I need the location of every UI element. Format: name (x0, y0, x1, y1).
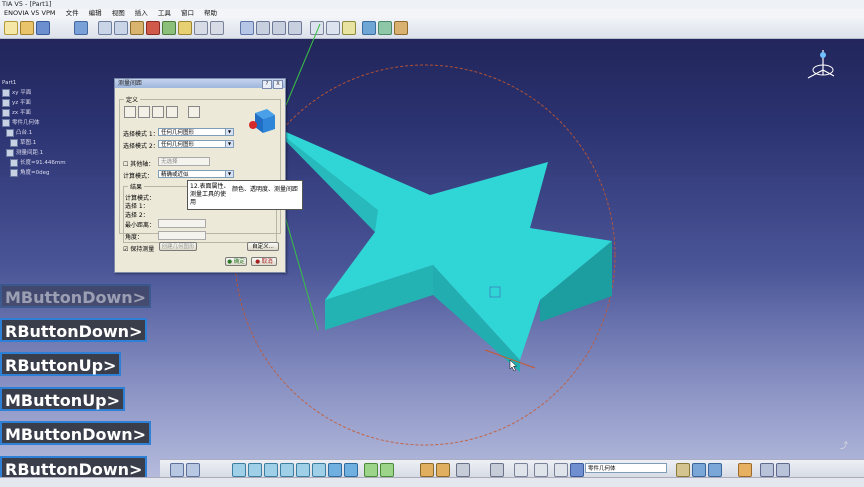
measure-line-1 (285, 23, 321, 106)
measure-item-mode-icon[interactable] (166, 106, 178, 118)
mode2-select[interactable]: 任何几何图形 ▼ (158, 140, 234, 148)
xyz-icon[interactable] (514, 463, 528, 477)
other-axis-checkbox[interactable]: ☐ 其他轴： (123, 159, 154, 168)
analysis-icon[interactable] (760, 463, 774, 477)
cancel-button[interactable]: ● 取消 (251, 257, 277, 266)
shading-icon[interactable] (344, 463, 358, 477)
keep-measure-checkbox[interactable]: ☑ 保持测量 (123, 244, 154, 253)
close-button[interactable]: X (273, 80, 283, 89)
star-top-face (270, 125, 612, 360)
help-button[interactable]: ? (262, 80, 272, 89)
measure-between-mode-icon[interactable] (124, 106, 136, 118)
event-label: RButtonUp> (0, 352, 122, 376)
chain-mode-icon[interactable] (138, 106, 150, 118)
rotate-icon[interactable] (264, 463, 278, 477)
measure-between-dialog: 测量间距 ? X 定义 选择模式 1： 任何几何图形 ▼ 选择模式 2： 任何几何… (114, 78, 286, 273)
plane-icon (2, 88, 10, 97)
lock-icon[interactable] (420, 463, 434, 477)
fly-icon[interactable] (186, 463, 200, 477)
plane-icon (2, 108, 10, 117)
pocket-icon[interactable] (692, 463, 706, 477)
parameter-icon (10, 168, 18, 177)
measure-inertia-mode-icon[interactable] (188, 106, 200, 118)
fit-all-icon[interactable] (232, 463, 246, 477)
iso-view-icon[interactable] (328, 463, 342, 477)
min-distance-field (158, 219, 206, 228)
formula-icon[interactable] (554, 463, 568, 477)
tree-item-length[interactable]: 长度=91.446mm (0, 158, 110, 168)
event-label: MButtonUp> (0, 387, 126, 411)
select1-label: 选择 1： (125, 203, 149, 210)
body-select[interactable]: 零件几何体 (585, 463, 667, 473)
fillet-icon[interactable] (708, 463, 722, 477)
annotation-tooltip: 12.表面属性、测量工具的使用 颜色、透明度、测量间距 (187, 180, 303, 210)
tooltip-left-text: 12.表面属性、测量工具的使用 (190, 183, 230, 206)
tree-item-sketch[interactable]: 草图.1 (0, 138, 110, 148)
event-label: RButtonDown> (0, 318, 148, 342)
tree-item-measure[interactable]: 测量间距.1 (0, 148, 110, 158)
mode1-select[interactable]: 任何几何图形 ▼ (158, 128, 234, 136)
normal-view-icon[interactable] (312, 463, 326, 477)
other-axis-field[interactable]: 无选择 (158, 157, 210, 166)
dialog-header: 测量间距 ? X (115, 79, 285, 89)
tree-item-body[interactable]: 零件几何体 (0, 118, 110, 128)
fan-mode-icon[interactable] (152, 106, 164, 118)
pad-icon[interactable] (676, 463, 690, 477)
select2-label: 选择 2： (125, 212, 149, 219)
tree-item-part[interactable]: Part1 (0, 78, 110, 88)
select-icon[interactable] (170, 463, 184, 477)
tooltip-right-text: 颜色、透明度、测量间距 (232, 186, 299, 193)
results-group-label: 结果 (128, 182, 145, 191)
bottom-toolbar (160, 459, 864, 478)
parameter-icon[interactable] (534, 463, 548, 477)
ok-button[interactable]: ● 确定 (225, 257, 247, 266)
calc-mode-select[interactable]: 精确或近似 ▼ (158, 170, 234, 178)
measure-icon (6, 148, 14, 157)
tree-item-angle[interactable]: 角度=0deg (0, 168, 110, 178)
axis-corner-icon: ⤴ (840, 441, 848, 450)
mirror-icon[interactable] (776, 463, 790, 477)
compass-icon[interactable] (807, 50, 835, 79)
sketch-icon[interactable] (570, 463, 584, 477)
dialog-title: 测量间距 (118, 80, 143, 87)
chevron-down-icon: ▼ (225, 171, 233, 177)
hide-show-icon[interactable] (364, 463, 378, 477)
chevron-down-icon: ▼ (225, 129, 233, 135)
chevron-down-icon: ▼ (225, 141, 233, 147)
tree-item-xy-plane[interactable]: xy 平面 (0, 88, 110, 98)
draft-icon[interactable] (738, 463, 752, 477)
min-distance-label: 最小距离： (125, 222, 156, 229)
tree-item-zx-plane[interactable]: zx 平面 (0, 108, 110, 118)
measure-cube-icon (249, 109, 275, 133)
mode2-label: 选择模式 2： (123, 143, 159, 150)
angle-label: 角度： (125, 234, 144, 241)
zoom-out-icon[interactable] (296, 463, 310, 477)
customize-button[interactable]: 自定义... (247, 242, 279, 251)
angle-field (158, 231, 206, 240)
swap-visible-icon[interactable] (380, 463, 394, 477)
pad-icon (6, 128, 14, 137)
definition-group-label: 定义 (124, 95, 141, 104)
material-icon[interactable] (436, 463, 450, 477)
sketch-icon (10, 138, 18, 147)
pan-icon[interactable] (248, 463, 262, 477)
measure-icon[interactable] (490, 463, 504, 477)
parameter-icon (10, 158, 18, 167)
event-label: MButtonDown> (0, 284, 152, 308)
body-icon (2, 118, 10, 127)
mode1-label: 选择模式 1： (123, 131, 159, 138)
calc-mode-label: 计算模式： (123, 173, 154, 180)
tree-item-yz-plane[interactable]: yz 平面 (0, 98, 110, 108)
event-label: MButtonDown> (0, 421, 152, 445)
plane-icon (2, 98, 10, 107)
zoom-in-icon[interactable] (280, 463, 294, 477)
tree-item-pad[interactable]: 凸台.1 (0, 128, 110, 138)
camera-icon[interactable] (456, 463, 470, 477)
specification-tree: Part1 xy 平面 yz 平面 zx 平面 零件几何体 凸台.1 草图.1 … (0, 78, 110, 178)
create-geometry-button[interactable]: 创建几何图形 (159, 242, 197, 251)
